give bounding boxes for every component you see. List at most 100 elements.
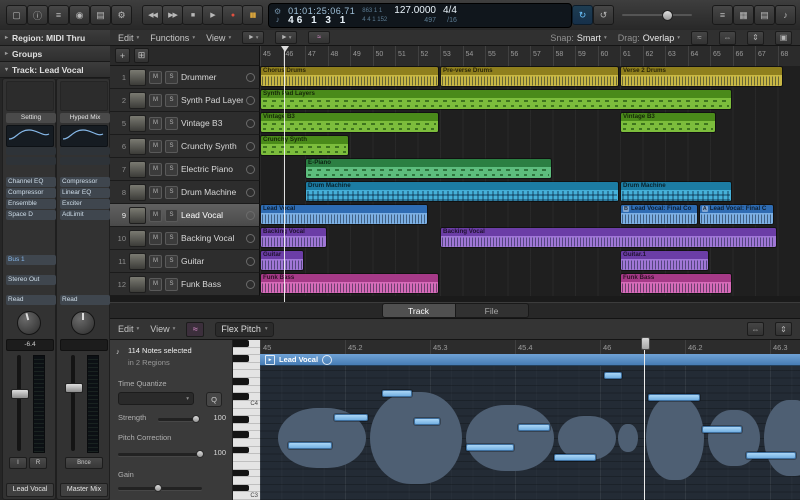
ruler-bar-61[interactable]: 61 — [620, 46, 644, 66]
channel-setting-button[interactable]: Hyped Mix — [60, 113, 110, 123]
stop-button[interactable]: ■ — [182, 5, 203, 25]
region[interactable]: Synth Pad Layers — [260, 89, 732, 110]
time-quantize-dropdown[interactable]: ▾ — [118, 392, 194, 405]
inspector-header-1[interactable]: ▸Groups — [0, 46, 120, 62]
ruler-bar-54[interactable]: 54 — [463, 46, 487, 66]
toolbox-icon[interactable]: ⚙ — [111, 5, 132, 25]
flex-pitch-note[interactable] — [604, 372, 622, 379]
strength-slider-thumb[interactable] — [192, 415, 200, 423]
automation-slot[interactable]: Read — [60, 295, 110, 305]
rewind-button[interactable]: ◀◀ — [142, 5, 163, 25]
track-header-funk-bass[interactable]: 12MSFunk Bass — [110, 273, 260, 296]
plugin-slot[interactable]: Linear EQ — [60, 188, 110, 198]
piano-key-gs4[interactable] — [233, 340, 260, 348]
channel-name[interactable]: Master Mix — [60, 483, 108, 497]
ruler-bar-65[interactable]: 65 — [710, 46, 734, 66]
flex-pitch-note[interactable] — [702, 426, 742, 433]
track-name[interactable]: Synth Pad Layers — [181, 95, 243, 105]
empty-plugin-slot[interactable] — [6, 157, 56, 165]
track-name[interactable]: Electric Piano — [181, 164, 243, 174]
strength-slider[interactable] — [158, 418, 200, 421]
piano-key-d4[interactable] — [233, 386, 260, 394]
piano-key-a3[interactable] — [233, 424, 260, 432]
piano-key-e4[interactable] — [233, 370, 260, 378]
solo-button[interactable]: S — [165, 232, 178, 245]
flex-pitch-note[interactable] — [746, 452, 796, 459]
solo-button[interactable]: S — [165, 94, 178, 107]
solo-button[interactable]: S — [165, 278, 178, 291]
zoom-vertical-icon[interactable]: ⇕ — [775, 322, 792, 336]
editor-region-header[interactable]: ▸ Lead Vocal — [260, 354, 800, 366]
ruler-bar-64[interactable]: 64 — [688, 46, 712, 66]
track-onoff-button[interactable] — [246, 165, 255, 174]
flex-pitch-note[interactable] — [466, 444, 514, 451]
volume-fader[interactable] — [11, 389, 29, 399]
region[interactable]: Funk Bass — [620, 273, 732, 294]
plugin-slot[interactable]: Space D — [6, 210, 56, 220]
output-slot[interactable]: Stereo Out — [6, 275, 56, 285]
plugin-slot[interactable]: Exciter — [60, 199, 110, 209]
track-header-drummer[interactable]: 1MSDrummer — [110, 66, 260, 89]
tab-file[interactable]: File — [456, 303, 529, 318]
track-header-synth-pad-layers[interactable]: 2MSSynth Pad Layers — [110, 89, 260, 112]
piano-key-f3[interactable] — [233, 454, 260, 462]
gain-slider-thumb[interactable] — [154, 484, 162, 492]
mixer-icon[interactable]: ≡ — [48, 5, 69, 25]
piano-key-c4[interactable]: C4 — [233, 401, 260, 409]
pitch-correction-slider-thumb[interactable] — [196, 450, 204, 458]
region-collapse-icon[interactable]: ▸ — [265, 355, 275, 365]
region[interactable]: E-Piano — [305, 158, 552, 179]
editor-menu-view[interactable]: View▾ — [150, 324, 175, 334]
region[interactable]: Crunchy Synth — [260, 135, 349, 156]
ruler-bar-57[interactable]: 57 — [530, 46, 554, 66]
plugin-slot[interactable]: Compressor — [6, 188, 56, 198]
zoom-vertical-icon[interactable]: ⇕ — [747, 31, 764, 45]
plugin-slot[interactable]: Compressor — [60, 177, 110, 187]
plugin-slot[interactable]: Ensemble — [6, 199, 56, 209]
forward-button[interactable]: ▶▶ — [162, 5, 183, 25]
track-header-electric-piano[interactable]: 7MSElectric Piano — [110, 158, 260, 181]
solo-button[interactable]: S — [165, 186, 178, 199]
piano-key-b3[interactable] — [233, 409, 260, 417]
plugin-slot[interactable]: Channel EQ — [6, 177, 56, 187]
strip-button-bnce[interactable]: Bnce — [65, 457, 103, 469]
left-click-tool-icon[interactable]: ►▾ — [242, 31, 264, 44]
region[interactable]: Chorus Drums — [260, 66, 439, 87]
track-name[interactable]: Drummer — [181, 72, 243, 82]
piano-key-as3[interactable] — [233, 416, 260, 424]
mute-button[interactable]: M — [149, 117, 162, 130]
ruler-bar-49[interactable]: 49 — [350, 46, 374, 66]
add-duplicate-track-icon[interactable]: ⊞ — [134, 48, 149, 63]
ruler-bar-67[interactable]: 67 — [755, 46, 779, 66]
flex-pitch-note[interactable] — [288, 442, 332, 449]
ruler-bar-59[interactable]: 59 — [575, 46, 599, 66]
track-onoff-button[interactable] — [246, 234, 255, 243]
editor-menu-edit[interactable]: Edit▾ — [118, 324, 139, 334]
ruler-bar-50[interactable]: 50 — [373, 46, 397, 66]
track-header-backing-vocal[interactable]: 10MSBacking Vocal — [110, 227, 260, 250]
mute-button[interactable]: M — [149, 255, 162, 268]
track-onoff-button[interactable] — [246, 188, 255, 197]
track-onoff-button[interactable] — [246, 73, 255, 82]
channel-setting-button[interactable]: Setting — [6, 113, 56, 123]
track-header-guitar[interactable]: 11MSGuitar — [110, 250, 260, 273]
region[interactable]: Lead Vocal — [260, 204, 428, 225]
inspector-header-2[interactable]: ▾Track: Lead Vocal — [0, 62, 120, 78]
editors-icon[interactable]: ▤ — [90, 5, 111, 25]
cycle-icon[interactable]: ↻ — [572, 5, 593, 25]
strip-button-i[interactable]: I — [9, 457, 27, 469]
quantize-apply-button[interactable]: Q — [206, 392, 222, 407]
zoom-horizontal-icon[interactable]: ⇔ — [719, 31, 736, 45]
solo-button[interactable]: S — [165, 117, 178, 130]
mute-button[interactable]: M — [149, 186, 162, 199]
empty-plugin-slot[interactable] — [6, 147, 56, 155]
region[interactable]: Drum Machine — [620, 181, 732, 202]
mute-button[interactable]: M — [149, 163, 162, 176]
track-name[interactable]: Lead Vocal — [181, 210, 243, 220]
mute-button[interactable]: M — [149, 209, 162, 222]
track-onoff-button[interactable] — [246, 280, 255, 289]
record-button[interactable]: ● — [222, 5, 243, 25]
library-icon[interactable]: ▤ — [754, 5, 775, 25]
ruler-bar-58[interactable]: 58 — [553, 46, 577, 66]
ruler-bar-68[interactable]: 68 — [778, 46, 800, 66]
